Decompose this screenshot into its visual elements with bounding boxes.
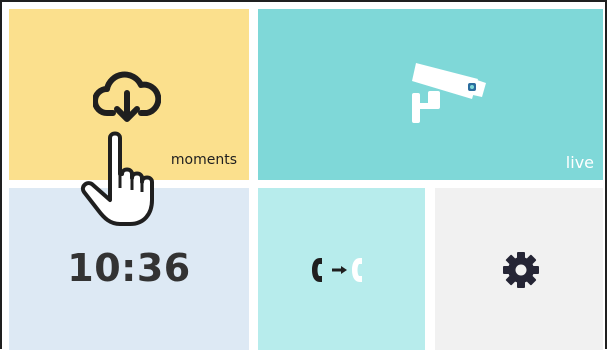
call-transfer-tile[interactable] <box>258 188 425 350</box>
cloud-download-icon <box>93 71 161 122</box>
live-label: live <box>565 153 594 172</box>
call-transfer-icon <box>312 258 362 282</box>
moments-label: moments <box>170 152 237 168</box>
clock-time: 10:36 <box>67 246 191 290</box>
hand-pointer-icon <box>81 131 154 226</box>
live-tile[interactable]: live <box>258 9 603 180</box>
settings-tile[interactable] <box>435 188 603 350</box>
security-camera-icon <box>412 63 486 123</box>
gear-icon <box>503 252 539 288</box>
